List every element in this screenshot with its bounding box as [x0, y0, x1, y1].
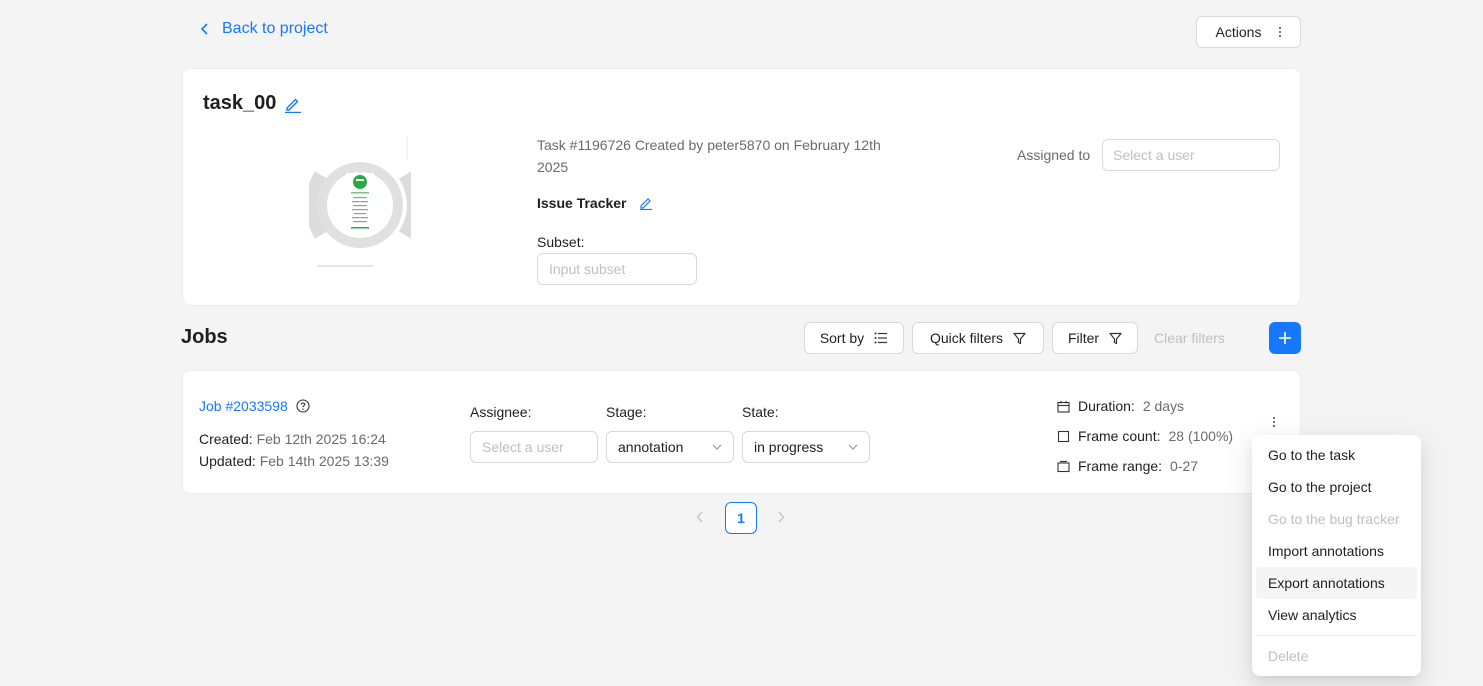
menu-item-go-to-task[interactable]: Go to the task: [1256, 439, 1417, 471]
actions-button[interactable]: Actions: [1196, 16, 1301, 48]
menu-item-delete: Delete: [1268, 648, 1309, 664]
job-more-icon[interactable]: [1273, 417, 1275, 427]
duration-label: Duration:: [1078, 398, 1135, 414]
back-link-label: Back to project: [222, 20, 328, 37]
job-link[interactable]: Job #2033598: [199, 398, 310, 414]
created-label: Created:: [199, 431, 253, 447]
task-title-text: task_00: [203, 92, 277, 114]
menu-item-go-to-bug-tracker: Go to the bug tracker: [1268, 511, 1400, 527]
task-assignee-select[interactable]: Select a user: [1102, 139, 1280, 171]
subset-placeholder: Input subset: [549, 261, 626, 277]
next-page-icon[interactable]: [777, 510, 785, 526]
menu-item-go-to-project[interactable]: Go to the project: [1256, 471, 1417, 503]
funnel-icon: [1109, 332, 1122, 344]
stage-value: annotation: [618, 439, 684, 455]
task-assignee-placeholder: Select a user: [1113, 147, 1195, 163]
updated-value: Feb 14th 2025 13:39: [259, 453, 389, 469]
jobs-heading: Jobs: [181, 326, 228, 348]
question-circle-icon[interactable]: [296, 399, 310, 413]
quick-filters-button[interactable]: Quick filters: [912, 322, 1044, 354]
duration-stat: Duration: 2 days: [1057, 398, 1184, 414]
frame-count-label: Frame count:: [1078, 428, 1161, 444]
frame-range-value: 0-27: [1170, 458, 1199, 474]
subset-input[interactable]: Input subset: [537, 253, 697, 285]
job-assignee-placeholder: Select a user: [482, 439, 564, 455]
task-preview-thumbnail: [309, 137, 411, 267]
chevron-down-icon: [848, 444, 858, 450]
filter-button[interactable]: Filter: [1052, 322, 1138, 354]
task-info-text: Task #1196726 Created by peter5870 on Fe…: [537, 137, 881, 175]
frame-count-value: 28 (100%): [1168, 428, 1234, 444]
updated-label: Updated:: [199, 453, 256, 469]
menu-item-view-analytics[interactable]: View analytics: [1256, 599, 1417, 631]
funnel-icon: [1013, 332, 1026, 344]
edit-icon[interactable]: [639, 196, 653, 210]
add-job-button[interactable]: [1269, 322, 1301, 354]
frame-count-stat: Frame count: 28 (100%): [1057, 428, 1233, 444]
plus-icon: [1279, 332, 1291, 344]
back-to-project-link[interactable]: Back to project: [198, 20, 328, 38]
assignee-label: Assignee:: [470, 404, 532, 420]
issue-tracker: Issue Tracker: [537, 195, 653, 211]
state-select[interactable]: in progress: [742, 431, 870, 463]
chevron-down-icon: [712, 444, 722, 450]
issue-tracker-label: Issue Tracker: [537, 195, 627, 211]
chevron-left-icon: [200, 23, 208, 35]
state-label: State:: [742, 404, 779, 420]
created-value: Feb 12th 2025 16:24: [256, 431, 386, 447]
sort-list-icon: [874, 332, 888, 344]
sort-by-button[interactable]: Sort by: [804, 322, 904, 354]
assigned-to-label: Assigned to: [1017, 147, 1091, 163]
menu-divider: [1256, 635, 1417, 636]
previous-page-icon[interactable]: [696, 510, 704, 526]
job-updated-row: Updated: Feb 14th 2025 13:39: [199, 450, 389, 472]
job-link-label: Job #2033598: [199, 398, 288, 414]
job-created-row: Created: Feb 12th 2025 16:24: [199, 428, 389, 450]
duration-value: 2 days: [1142, 398, 1185, 414]
quick-filters-label: Quick filters: [929, 330, 1004, 346]
menu-item-export-annotations[interactable]: Export annotations: [1256, 567, 1417, 599]
more-vertical-icon: [1279, 27, 1282, 37]
menu-item-import-annotations[interactable]: Import annotations: [1256, 535, 1417, 567]
job-assignee-select[interactable]: Select a user: [470, 431, 598, 463]
stage-label: Stage:: [606, 404, 647, 420]
calendar-icon: [1057, 400, 1070, 413]
frame-range-icon: [1057, 460, 1070, 472]
frame-range-label: Frame range:: [1078, 458, 1163, 474]
task-title: task_00: [203, 92, 302, 115]
frame-range-stat: Frame range: 0-27: [1057, 458, 1198, 474]
job-context-menu: Go to the task Go to the project Go to t…: [1252, 435, 1421, 676]
actions-button-label: Actions: [1215, 24, 1262, 40]
subset-label: Subset:: [537, 234, 585, 250]
clear-filters-button[interactable]: Clear filters: [1154, 330, 1225, 346]
edit-icon[interactable]: [284, 95, 302, 113]
task-details-card: task_00 Task #1196726 Created by peter58…: [182, 68, 1301, 306]
stage-select[interactable]: annotation: [606, 431, 734, 463]
square-icon: [1057, 430, 1070, 442]
page-1-button[interactable]: 1: [725, 502, 757, 534]
filter-label: Filter: [1067, 330, 1100, 346]
state-value: in progress: [754, 439, 824, 455]
job-card: Job #2033598 Created: Feb 12th 2025 16:2…: [182, 370, 1301, 494]
job-timestamps: Created: Feb 12th 2025 16:24 Updated: Fe…: [199, 428, 389, 472]
sort-by-label: Sort by: [819, 330, 865, 346]
